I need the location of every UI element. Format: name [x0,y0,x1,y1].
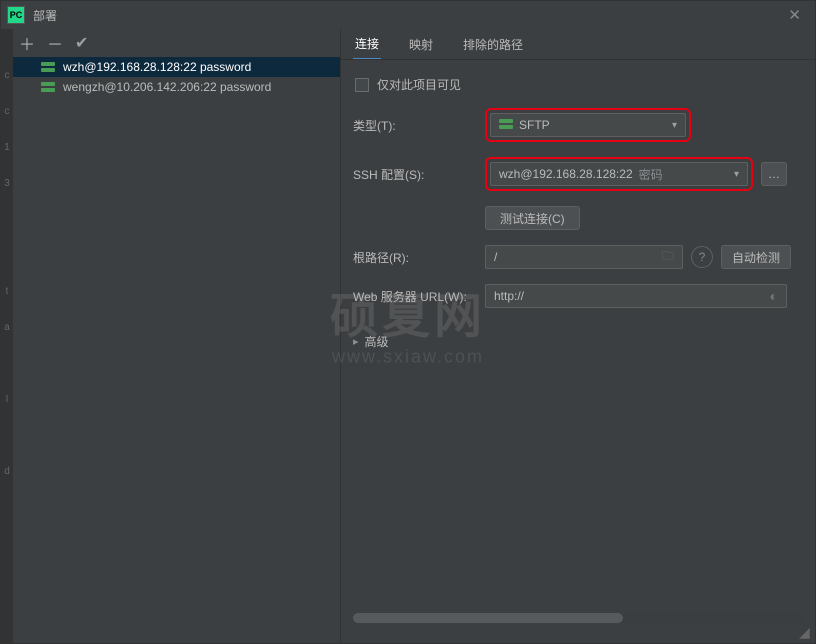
close-icon[interactable]: ✕ [780,6,809,24]
advanced-label: 高级 [365,333,389,350]
list-toolbar: ＋ － ✔ [13,29,340,57]
triangle-right-icon: ▸ [353,335,359,348]
pycharm-icon: PC [7,6,25,24]
list-item-label: wzh@192.168.28.128:22 password [63,60,251,74]
check-icon[interactable]: ✔ [75,33,88,53]
titlebar: PC 部署 ✕ [1,1,815,29]
ssh-row: SSH 配置(S): wzh@192.168.28.128:22 密码 ▾ … [353,157,803,191]
sftp-icon [499,118,513,132]
left-panel: ＋ － ✔ wzh@192.168.28.128:22 password wen… [13,29,341,643]
ssh-more-button[interactable]: … [761,162,787,186]
list-item-label: wengzh@10.206.142.206:22 password [63,80,271,94]
type-select[interactable]: SFTP ▾ [490,113,686,137]
list-item[interactable]: wzh@192.168.28.128:22 password [13,57,340,77]
window-title: 部署 [33,7,780,24]
web-row: Web 服务器 URL(W): http:// ◐ [353,284,803,308]
globe-icon[interactable]: ◐ [770,288,778,304]
test-row: 测试连接(C) [353,206,803,230]
visible-only-label: 仅对此项目可见 [377,76,461,93]
ssh-select[interactable]: wzh@192.168.28.128:22 密码 ▾ [490,162,748,186]
scrollbar-thumb[interactable] [353,613,623,623]
server-icon [41,82,55,92]
highlight-ssh: wzh@192.168.28.128:22 密码 ▾ [485,157,753,191]
root-row: 根路径(R): / 🗀 ? 自动检测 [353,245,803,269]
tab-connection[interactable]: 连接 [353,29,381,60]
root-path-input[interactable]: / 🗀 [485,245,683,269]
visible-only-row: 仅对此项目可见 [353,76,803,93]
remove-icon[interactable]: － [47,31,63,55]
server-icon [41,62,55,72]
type-label: 类型(T): [353,117,485,134]
visible-only-checkbox[interactable] [355,78,369,92]
ssh-suffix: 密码 [639,166,663,183]
type-row: 类型(T): SFTP ▾ [353,108,803,142]
tabs: 连接 映射 排除的路径 [341,29,815,59]
folder-icon[interactable]: 🗀 [662,247,674,268]
add-icon[interactable]: ＋ [19,31,35,55]
auto-detect-button[interactable]: 自动检测 [721,245,791,269]
tab-excluded[interactable]: 排除的路径 [461,30,525,59]
root-path-value: / [494,250,497,264]
web-url-input[interactable]: http:// ◐ [485,284,787,308]
ssh-label: SSH 配置(S): [353,166,485,183]
web-url-value: http:// [494,289,524,303]
type-value: SFTP [519,118,550,132]
help-icon[interactable]: ? [691,246,713,268]
advanced-toggle[interactable]: ▸ 高级 [353,327,803,350]
chevron-down-icon: ▾ [672,120,677,131]
list-item[interactable]: wengzh@10.206.142.206:22 password [13,77,340,97]
horizontal-scrollbar[interactable] [353,613,803,623]
tab-mapping[interactable]: 映射 [407,30,435,59]
test-connection-button[interactable]: 测试连接(C) [485,206,580,230]
ssh-value: wzh@192.168.28.128:22 [499,167,633,181]
server-list: wzh@192.168.28.128:22 password wengzh@10… [13,57,340,643]
highlight-type: SFTP ▾ [485,108,691,142]
root-label: 根路径(R): [353,249,485,266]
right-panel: 连接 映射 排除的路径 仅对此项目可见 类型(T): [341,29,815,643]
chevron-down-icon: ▾ [734,169,739,180]
editor-gutter: cc13taId [1,29,13,643]
resize-grip[interactable]: ◢ [799,627,811,639]
web-label: Web 服务器 URL(W): [353,288,485,305]
